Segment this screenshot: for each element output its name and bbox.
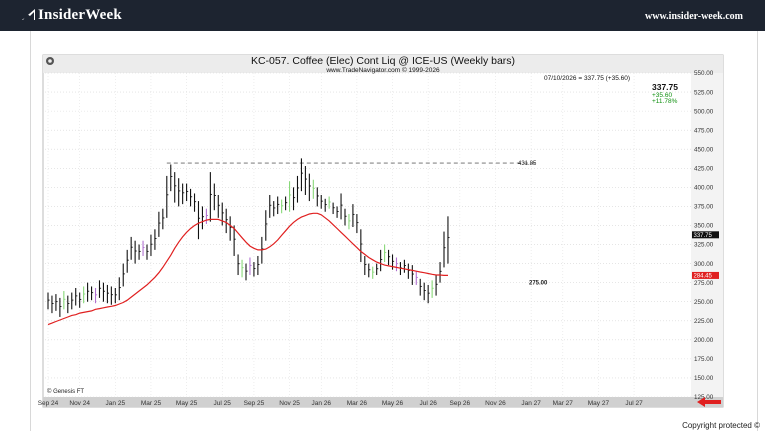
- y-tick-label: 450.00: [694, 146, 714, 153]
- y-tick-label: 475.00: [694, 127, 714, 134]
- y-tick-label: 250.00: [694, 299, 714, 306]
- x-tick-label: Sep 26: [450, 400, 471, 407]
- x-tick-label: Jan 27: [521, 400, 541, 407]
- y-tick-label: 550.00: [694, 70, 714, 77]
- x-tick-label: Jul 27: [625, 400, 643, 407]
- y-tick-label: 425.00: [694, 165, 714, 172]
- x-tick-label: Nov 24: [69, 400, 90, 407]
- site-header: InsiderWeek www.insider-week.com: [0, 0, 765, 31]
- chart: 550.00 525.00 500.00 475.00 450.00 425.00 400.…: [38, 54, 724, 408]
- site-url[interactable]: www.insider-week.com: [645, 11, 743, 22]
- last-price: 337.75: [652, 82, 678, 92]
- x-tick-label: Jul 25: [214, 400, 232, 407]
- x-tick-label: Jan 25: [106, 400, 126, 407]
- x-tick-label: Nov 25: [279, 400, 300, 407]
- resistance-label: 431.85: [518, 161, 537, 167]
- x-tick-label: Jan 26: [311, 400, 331, 407]
- y-tick-label: 400.00: [694, 185, 714, 192]
- x-tick-label: May 26: [382, 400, 404, 407]
- chart-panel: 550.00 525.00 500.00 475.00 450.00 425.00 400.…: [30, 31, 758, 431]
- y-tick-label: 225.00: [694, 318, 714, 325]
- x-tick-label: Jul 26: [419, 400, 437, 407]
- support-label: 275.00: [529, 281, 548, 287]
- y-tick-label: 325.00: [694, 242, 714, 249]
- y-tick-label: 500.00: [694, 108, 714, 115]
- y-tick-label: 275.00: [694, 280, 714, 287]
- x-tick-label: Mar 27: [553, 400, 574, 407]
- site-name: InsiderWeek: [38, 7, 122, 23]
- y-tick-label: 150.00: [694, 375, 714, 382]
- y-tick-label: 350.00: [694, 223, 714, 230]
- chart-logo-center-icon: [48, 59, 52, 63]
- y-tick-label: 525.00: [694, 89, 714, 96]
- x-tick-label: Sep 25: [244, 400, 265, 407]
- x-tick-label: Nov 26: [485, 400, 506, 407]
- price-change-pct: +11.78%: [652, 98, 678, 105]
- x-tick-label: Sep 24: [38, 400, 59, 407]
- price-tag-label: 337.75: [694, 233, 713, 239]
- x-tick-label: Mar 26: [347, 400, 368, 407]
- y-tick-label: 175.00: [694, 356, 714, 363]
- copyright-notice: Copyright protected ©: [682, 421, 760, 430]
- ma-tag-label: 284.45: [694, 273, 713, 279]
- x-tick-label: May 27: [588, 400, 610, 407]
- rising-chart-icon: [22, 9, 35, 20]
- chart-subtitle: www.TradeNavigator.com © 1999-2026: [325, 66, 440, 74]
- watermark: © Genesis FT: [47, 388, 84, 395]
- date-readout: 07/10/2026 = 337.75 (+35.60): [544, 75, 630, 82]
- y-tick-label: 200.00: [694, 337, 714, 344]
- chart-title: KC-057. Coffee (Elec) Cont Liq @ ICE-US …: [251, 55, 515, 67]
- y-tick-label: 375.00: [694, 204, 714, 211]
- y-tick-label: 300.00: [694, 261, 714, 268]
- x-tick-label: May 25: [176, 400, 198, 407]
- site-logo[interactable]: InsiderWeek: [22, 7, 122, 24]
- x-tick-label: Mar 25: [141, 400, 162, 407]
